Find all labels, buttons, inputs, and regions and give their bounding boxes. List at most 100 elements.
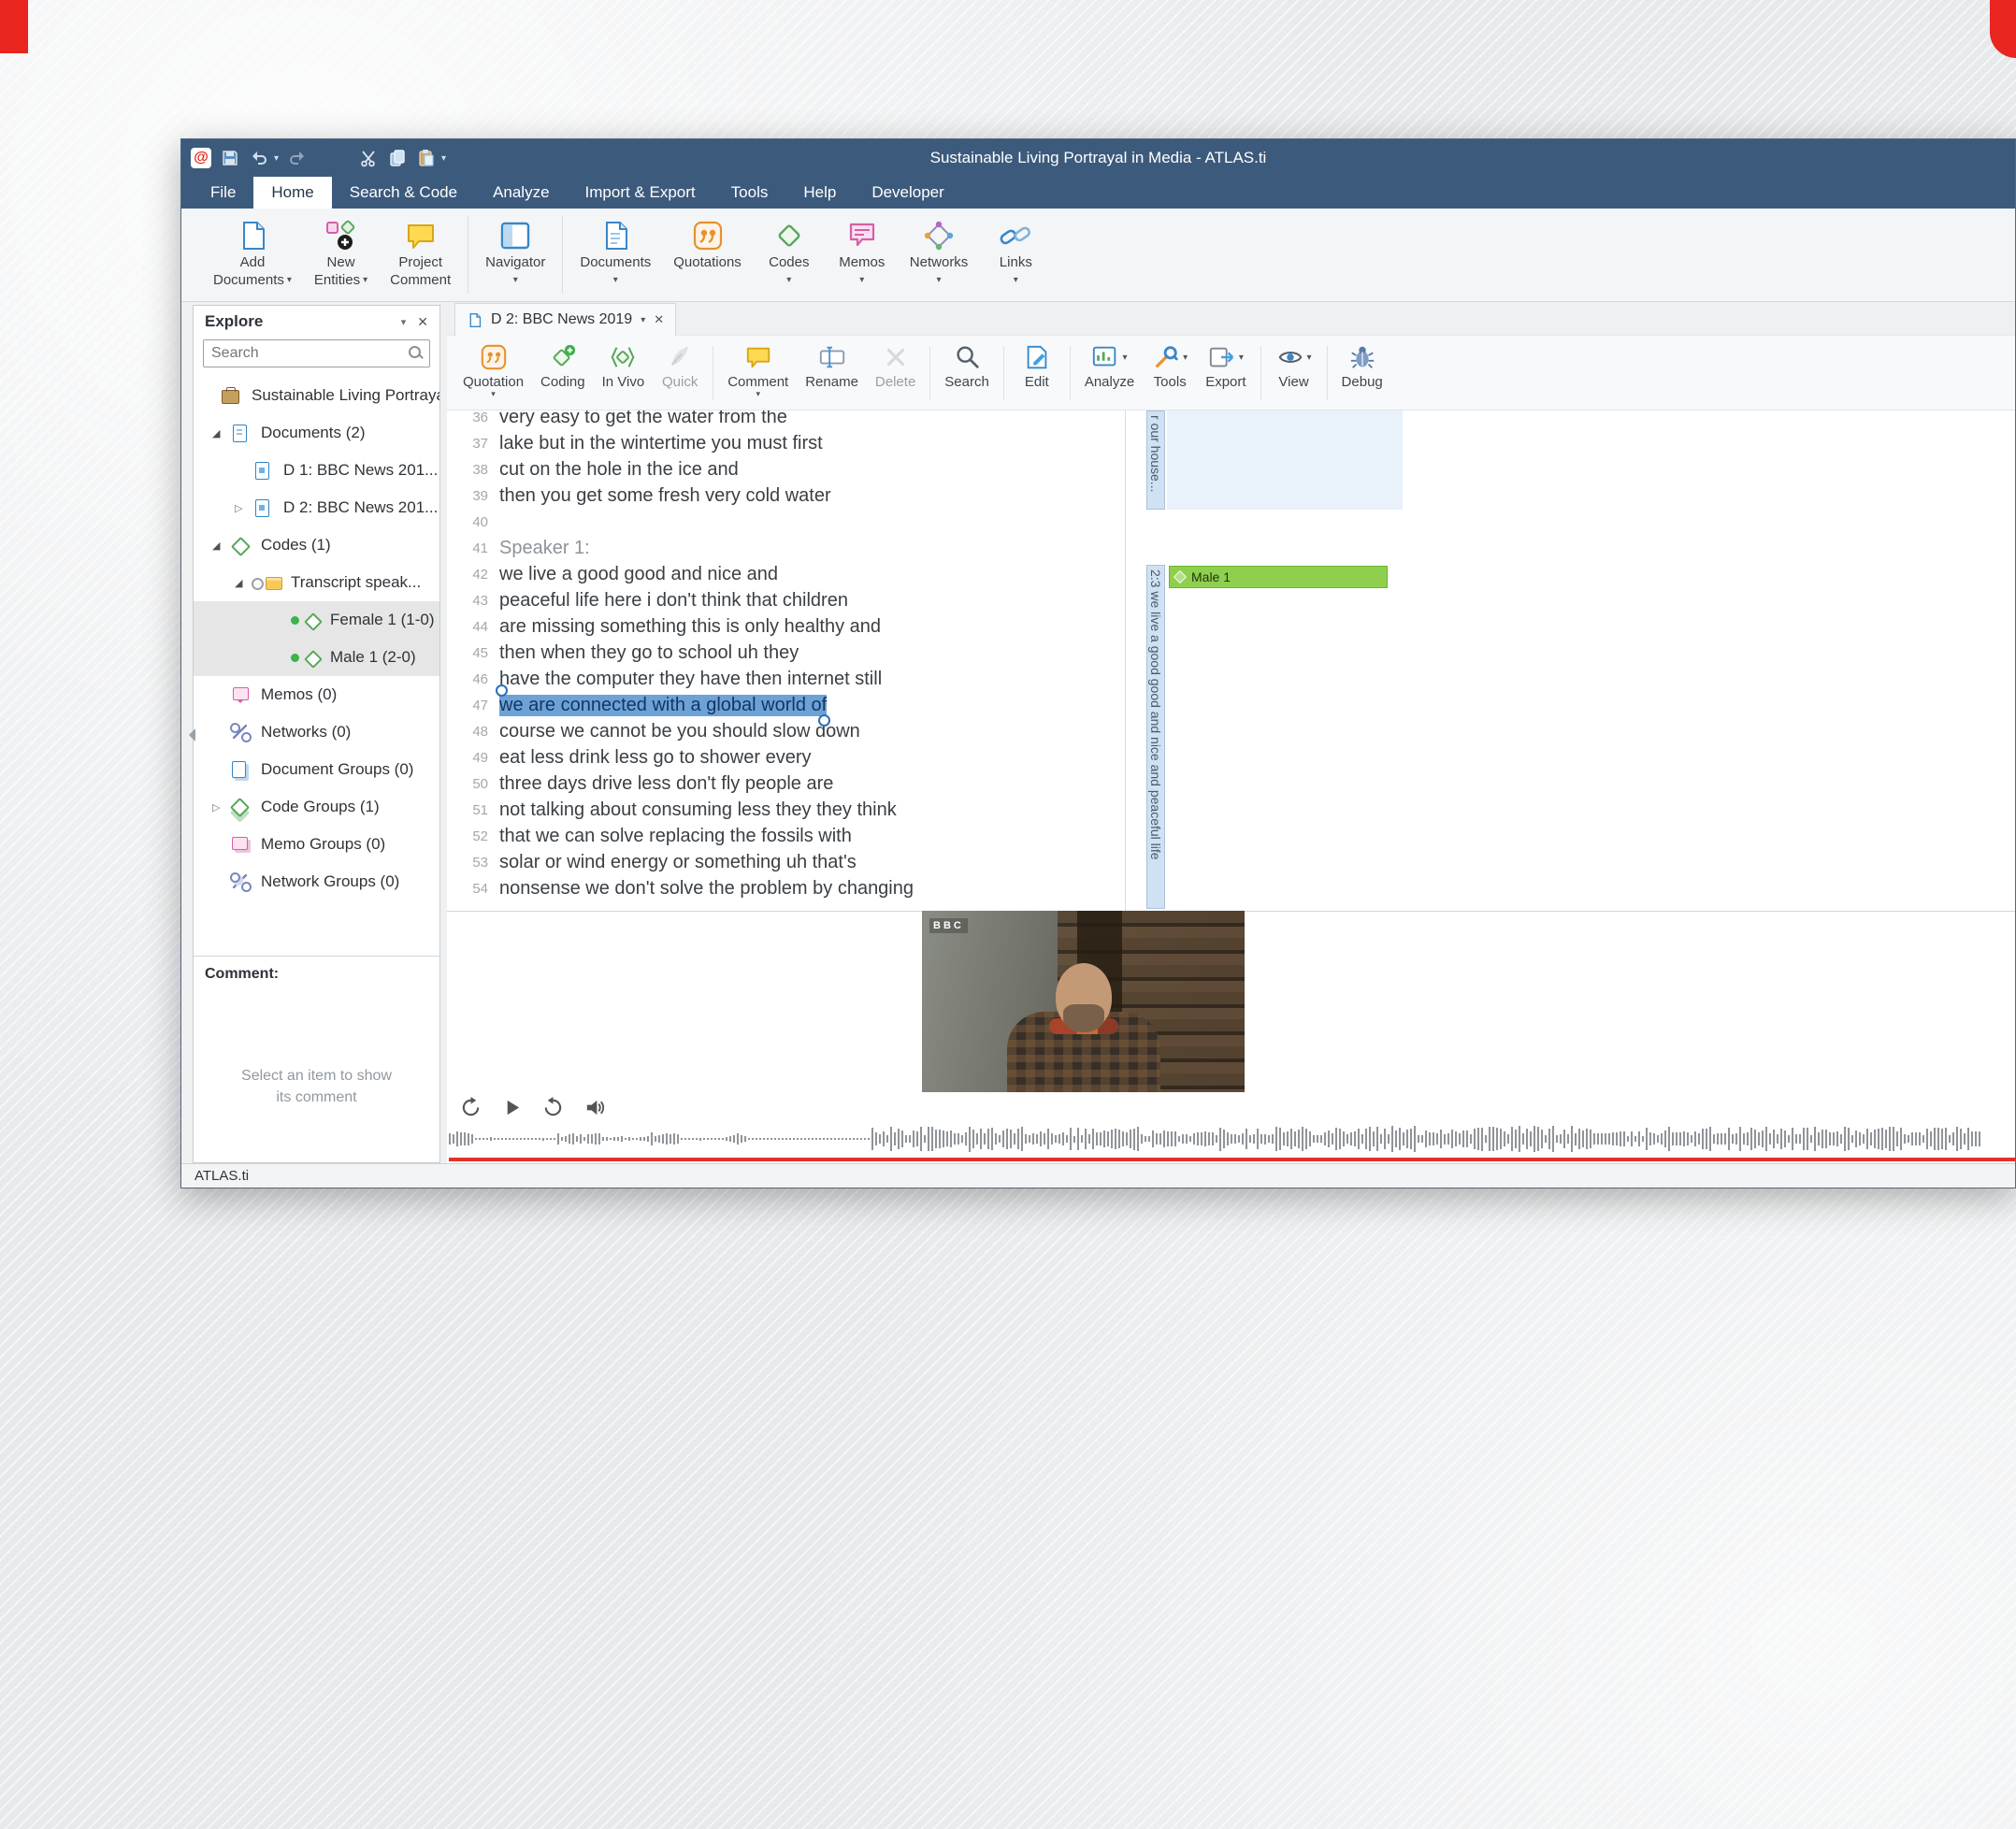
transcript-line-text[interactable]: not talking about consuming less they th… bbox=[499, 799, 897, 821]
quotations-button[interactable]: Quotations bbox=[662, 214, 753, 275]
transcript-line: 40 bbox=[447, 509, 1125, 535]
audio-waveform[interactable] bbox=[449, 1121, 2015, 1157]
quotation-highlight-panel[interactable] bbox=[1167, 410, 1403, 510]
quotation-button[interactable]: Quotation ▾ bbox=[454, 342, 532, 398]
menu-tab[interactable]: Import & Export bbox=[568, 177, 713, 209]
transcript-line-text[interactable]: solar or wind energy or something uh tha… bbox=[499, 852, 857, 873]
comment-button[interactable]: Comment ▾ bbox=[719, 342, 797, 398]
paste-button[interactable] bbox=[416, 148, 437, 168]
menu-tab[interactable]: Search & Code bbox=[332, 177, 475, 209]
add-documents-button[interactable]: Add Documents▾ bbox=[202, 214, 303, 293]
new-entities-button[interactable]: New Entities▾ bbox=[303, 214, 379, 293]
quick-button[interactable]: Quick bbox=[653, 342, 707, 390]
navigator-button[interactable]: Navigator ▾ bbox=[474, 214, 556, 293]
tree-item[interactable]: Code Groups (1) bbox=[194, 788, 439, 826]
tools-button[interactable]: ▾ Tools bbox=[1143, 342, 1197, 390]
tree-item-icon bbox=[289, 648, 323, 667]
explore-close-icon[interactable]: ✕ bbox=[417, 314, 428, 330]
transcript-line-text[interactable]: course we cannot be you should slow down bbox=[499, 721, 860, 742]
transcript-line-text[interactable]: nonsense we don't solve the problem by c… bbox=[499, 878, 914, 900]
video-preview[interactable]: BBC bbox=[922, 911, 1245, 1092]
menu-tab[interactable]: Developer bbox=[854, 177, 962, 209]
explore-collapse-handle[interactable] bbox=[182, 728, 195, 742]
export-button[interactable]: ▾ Export bbox=[1197, 342, 1254, 390]
tree-item[interactable]: Networks (0) bbox=[194, 713, 439, 751]
transcript-line-text[interactable]: peaceful life here i don't think that ch… bbox=[499, 590, 848, 612]
cut-button[interactable] bbox=[358, 148, 379, 168]
quotation-bar-label: r our house... bbox=[1148, 411, 1163, 509]
restart-button[interactable] bbox=[458, 1095, 482, 1119]
in-vivo-button[interactable]: In Vivo bbox=[594, 342, 654, 390]
memos-button[interactable]: Memos ▾ bbox=[826, 214, 899, 293]
redo-button[interactable] bbox=[287, 148, 308, 168]
rename-button[interactable]: Rename bbox=[797, 342, 867, 390]
menu-tab[interactable]: Tools bbox=[713, 177, 786, 209]
tree-item[interactable]: Memo Groups (0) bbox=[194, 826, 439, 863]
undo-dropdown-arrow[interactable]: ▾ bbox=[274, 153, 279, 164]
transcript-line-text[interactable]: lake but in the wintertime you must firs… bbox=[499, 433, 823, 454]
codes-button[interactable]: Codes ▾ bbox=[753, 214, 826, 293]
transcript-line-text[interactable]: that we can solve replacing the fossils … bbox=[499, 826, 852, 847]
save-button[interactable] bbox=[220, 148, 240, 168]
coding-button[interactable]: Coding bbox=[532, 342, 594, 390]
quotation-bar[interactable]: r our house... bbox=[1146, 410, 1165, 510]
documents-button[interactable]: Documents ▾ bbox=[569, 214, 662, 293]
tree-expander[interactable] bbox=[235, 577, 252, 589]
tree-item[interactable]: Network Groups (0) bbox=[194, 863, 439, 899]
tree-item[interactable]: Document Groups (0) bbox=[194, 751, 439, 788]
document-tab[interactable]: D 2: BBC News 2019 ▾ ✕ bbox=[454, 303, 676, 336]
tree-expander[interactable] bbox=[235, 502, 252, 514]
undo-button[interactable] bbox=[249, 148, 269, 168]
play-button[interactable] bbox=[499, 1095, 524, 1119]
analyze-button[interactable]: ▾ Analyze bbox=[1076, 342, 1143, 390]
menu-tab[interactable]: Help bbox=[785, 177, 854, 209]
tree-item[interactable]: Sustainable Living Portrayal in... bbox=[194, 377, 439, 414]
networks-button[interactable]: Networks ▾ bbox=[899, 214, 980, 293]
volume-button[interactable] bbox=[582, 1095, 606, 1119]
copy-button[interactable] bbox=[387, 148, 408, 168]
transcript-line-text[interactable]: then you get some fresh very cold water bbox=[499, 485, 831, 507]
transcript-line-text[interactable]: have the computer they have then interne… bbox=[499, 669, 882, 690]
transcript-line-text[interactable]: Speaker 1: bbox=[499, 538, 590, 559]
links-button[interactable]: Links ▾ bbox=[979, 214, 1052, 293]
transcript-line-text[interactable]: three days drive less don't fly people a… bbox=[499, 773, 833, 795]
playback-progress-bar[interactable] bbox=[449, 1158, 2015, 1161]
networks-icon bbox=[922, 218, 956, 253]
tree-expander[interactable] bbox=[212, 427, 229, 439]
tree-item[interactable]: Codes (1) bbox=[194, 526, 439, 564]
tab-close-icon[interactable]: ✕ bbox=[654, 312, 664, 327]
view-button[interactable]: ▾ View bbox=[1267, 342, 1321, 390]
transcript-line-text[interactable]: very easy to get the water from the bbox=[499, 410, 787, 428]
transcript-line-text[interactable]: eat less drink less go to shower every bbox=[499, 747, 812, 769]
menu-tab[interactable]: Home bbox=[253, 177, 331, 209]
tree-item-label: Documents (2) bbox=[261, 424, 365, 442]
transcript-line-text[interactable]: we are connected with a global world of bbox=[499, 695, 827, 716]
transcript-line-text[interactable]: then when they go to school uh they bbox=[499, 642, 799, 664]
tree-item[interactable]: Memos (0) bbox=[194, 676, 439, 713]
tree-item[interactable]: Documents (2) bbox=[194, 414, 439, 452]
tree-item[interactable]: D 2: BBC News 201... bbox=[194, 489, 439, 526]
code-label-male-1[interactable]: Male 1 bbox=[1169, 566, 1388, 588]
project-comment-button[interactable]: Project Comment bbox=[379, 214, 462, 293]
quotation-bar[interactable]: 2:3 we live a good good and nice and pea… bbox=[1146, 565, 1165, 909]
tree-item[interactable]: Transcript speak... bbox=[194, 564, 439, 601]
debug-button[interactable]: Debug bbox=[1333, 342, 1391, 390]
menu-tab[interactable]: Analyze bbox=[475, 177, 567, 209]
tab-dropdown-arrow[interactable]: ▾ bbox=[641, 315, 645, 325]
search-input[interactable] bbox=[203, 339, 430, 367]
paste-dropdown-arrow[interactable]: ▾ bbox=[441, 153, 446, 164]
search-button[interactable]: Search bbox=[936, 342, 998, 390]
transcript-line-text[interactable]: are missing something this is only healt… bbox=[499, 616, 881, 638]
tree-item[interactable]: D 1: BBC News 201... bbox=[194, 452, 439, 489]
edit-button[interactable]: Edit bbox=[1010, 342, 1064, 390]
menu-tab[interactable]: File bbox=[193, 177, 253, 209]
transcript-line-text[interactable]: cut on the hole in the ice and bbox=[499, 459, 739, 481]
delete-button[interactable]: Delete bbox=[867, 342, 924, 390]
tree-expander[interactable] bbox=[212, 801, 229, 814]
tree-item[interactable]: Male 1 (2-0) bbox=[194, 639, 439, 676]
tree-item[interactable]: Female 1 (1-0) bbox=[194, 601, 439, 639]
loop-button[interactable] bbox=[540, 1095, 565, 1119]
transcript-line-text[interactable]: we live a good good and nice and bbox=[499, 564, 778, 585]
tree-expander[interactable] bbox=[212, 540, 229, 552]
explore-menu-arrow[interactable]: ▾ bbox=[401, 316, 407, 328]
